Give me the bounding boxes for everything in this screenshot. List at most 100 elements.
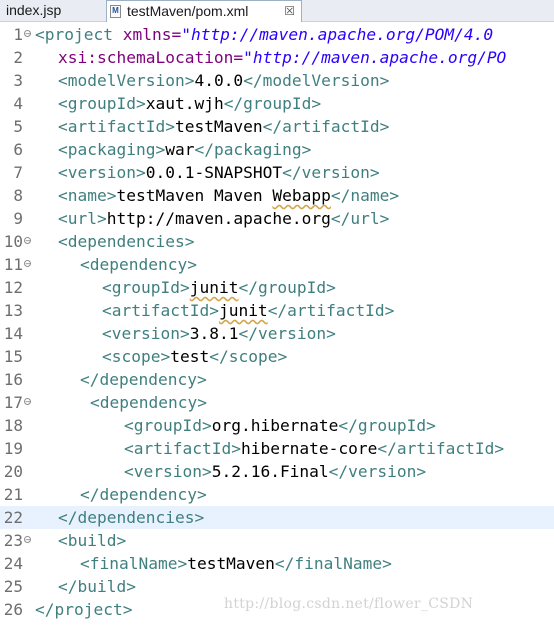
xml-open-tag: <groupId> [124,416,212,435]
xml-text: test [170,347,210,366]
xml-tag: <dependency> [90,393,207,412]
fold-toggle-icon[interactable]: − [24,260,31,268]
line-content: <dependency> [90,391,207,414]
xml-close-tag: </version> [328,462,427,481]
xml-attribute: xmlns= [112,25,182,44]
xml-tag: <project [35,25,113,44]
xml-text: testMaven Maven [116,186,273,205]
xml-text: 0.0.1-SNAPSHOT [145,163,283,182]
xml-open-tag: <artifactId> [102,301,219,320]
tab-pom-xml[interactable]: M testMaven/pom.xml ☒ [106,0,302,22]
xml-attribute: xsi:schemaLocation= [58,48,244,67]
xml-open-tag: <groupId> [102,278,190,297]
xml-text: testMaven [174,117,263,136]
xml-close-tag: </finalName> [274,554,392,573]
xml-attribute-value: "http://maven.apache.org/PO [243,48,507,67]
code-line: 15 <scope>test</scope> [0,345,554,368]
code-line: 25 </build> [0,575,554,598]
code-line: 2 xsi:schemaLocation="http://maven.apach… [0,46,554,69]
xml-open-tag: <packaging> [58,140,166,159]
xml-close-tag: </artifactId> [377,439,505,458]
xml-close-tag: </artifactId> [267,301,395,320]
code-line: 23 − <build> [0,529,554,552]
watermark: http://blog.csdn.net/flower_CSDN [224,596,474,612]
line-content: <artifactId>junit</artifactId> [102,299,394,322]
maven-file-icon: M [110,5,121,18]
line-number: 23 [3,531,23,550]
xml-tag: <build> [58,531,127,550]
xml-tag: </project> [35,600,133,619]
xml-text: 4.0.0 [194,71,244,90]
line-number: 4 [13,94,23,113]
line-number: 5 [13,117,23,136]
xml-tag: </dependency> [80,370,207,389]
line-content: <project xmlns="http://maven.apache.org/… [35,23,493,46]
line-content: </dependency> [80,483,207,506]
line-number: 13 [3,301,23,320]
code-line: 24 <finalName>testMaven</finalName> [0,552,554,575]
xml-open-tag: <version> [102,324,190,343]
line-content: <artifactId>hibernate-core</artifactId> [124,437,504,460]
line-number: 21 [3,485,23,504]
fold-toggle-icon[interactable]: − [24,536,31,544]
xml-open-tag: <finalName> [80,554,188,573]
line-content: <dependency> [80,253,197,276]
xml-close-tag: </groupId> [338,416,436,435]
line-content: </dependencies> [58,506,204,529]
code-line: 10 − <dependencies> [0,230,554,253]
line-content: <groupId>xaut.wjh</groupId> [58,92,321,115]
line-number: 17 [3,393,23,412]
line-number: 22 [3,508,23,527]
xml-open-tag: <version> [124,462,212,481]
line-number: 7 [13,163,23,182]
line-content: <version>0.0.1-SNAPSHOT</version> [58,161,380,184]
xml-text: hibernate-core [240,439,378,458]
xml-tag: </dependency> [80,485,207,504]
line-content: </build> [58,575,136,598]
xml-text-misspelled: Webapp [272,186,331,205]
line-number: 8 [13,186,23,205]
line-content: <version>5.2.16.Final</version> [124,460,426,483]
xml-close-tag: </groupId> [238,278,336,297]
code-line: 17 − <dependency> [0,391,554,414]
code-line: 3 <modelVersion>4.0.0</modelVersion> [0,69,554,92]
line-content: </dependency> [80,368,207,391]
xml-open-tag: <artifactId> [124,439,241,458]
line-content: <modelVersion>4.0.0</modelVersion> [58,69,389,92]
xml-text-misspelled: junit [189,278,239,297]
line-number: 9 [13,209,23,228]
code-line: 12 <groupId>junit</groupId> [0,276,554,299]
code-line: 16 </dependency> [0,368,554,391]
xml-close-tag: </groupId> [223,94,322,113]
xml-close-tag: </version> [238,324,336,343]
code-line: 8 <name>testMaven Maven Webapp</name> [0,184,554,207]
line-number: 16 [3,370,23,389]
code-line: 19 <artifactId>hibernate-core</artifactI… [0,437,554,460]
xml-text: org.hibernate [211,416,339,435]
line-content: <packaging>war</packaging> [58,138,311,161]
close-tab-icon[interactable]: ☒ [284,1,295,21]
fold-toggle-icon[interactable]: − [24,30,31,38]
line-content: <artifactId>testMaven</artifactId> [58,115,389,138]
line-number: 24 [3,554,23,573]
xml-text: war [165,140,195,159]
xml-source-editor[interactable]: 1 − <project xmlns="http://maven.apache.… [0,23,554,627]
xml-close-tag: </version> [282,163,380,182]
code-line-current: 22 </dependencies> [0,506,554,529]
line-number: 12 [3,278,23,297]
line-content: <url>http://maven.apache.org</url> [58,207,389,230]
tab-index-jsp[interactable]: index.jsp [0,0,104,22]
xml-open-tag: <groupId> [58,94,146,113]
code-line: 14 <version>3.8.1</version> [0,322,554,345]
code-line: 13 <artifactId>junit</artifactId> [0,299,554,322]
line-content: <groupId>org.hibernate</groupId> [124,414,436,437]
fold-toggle-icon[interactable]: − [24,237,31,245]
line-number: 26 [3,600,23,619]
line-number: 18 [3,416,23,435]
fold-toggle-icon[interactable]: − [24,398,31,406]
xml-tag: </dependencies> [58,508,205,527]
code-line: 6 <packaging>war</packaging> [0,138,554,161]
xml-close-tag: </name> [330,186,400,205]
line-number: 11 [3,255,23,274]
xml-text: xaut.wjh [145,94,224,113]
